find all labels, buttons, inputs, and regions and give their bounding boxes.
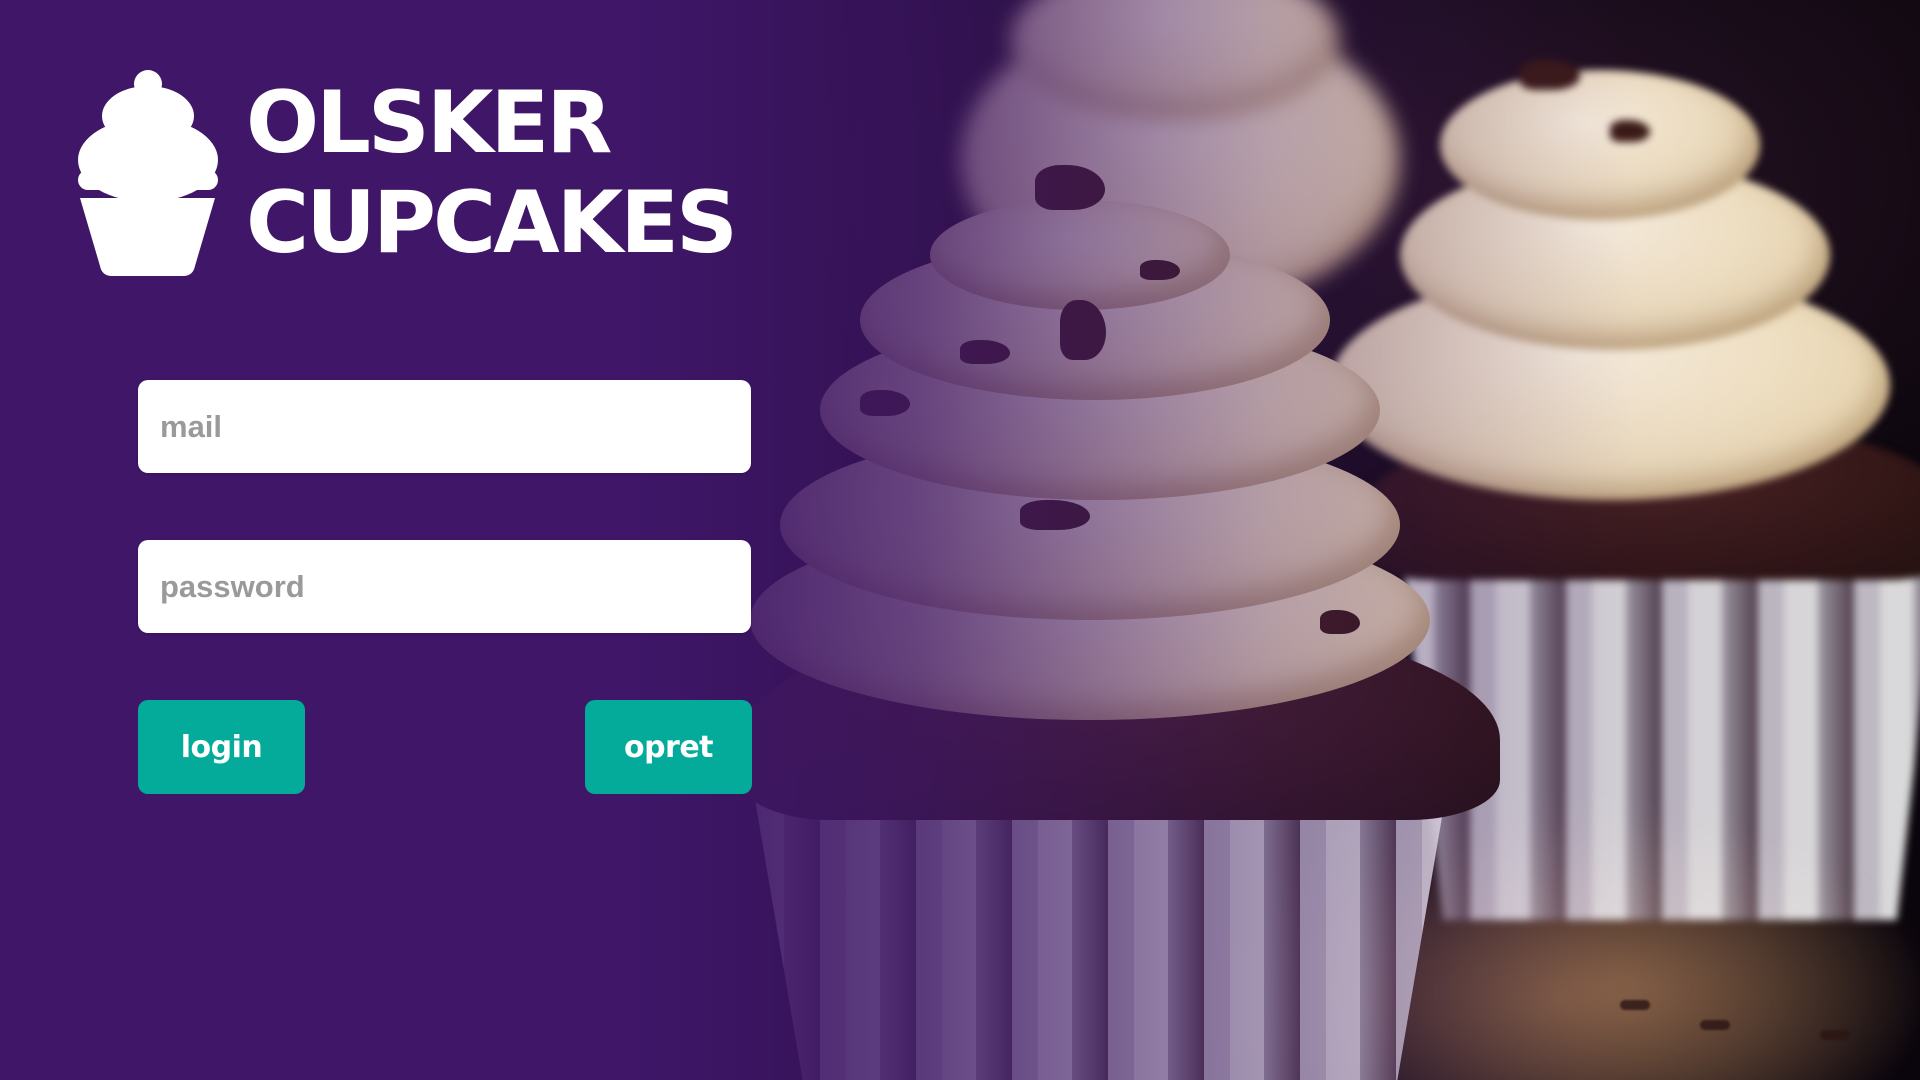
cupcake-icon — [78, 70, 218, 276]
mail-input[interactable] — [138, 380, 751, 473]
opret-button[interactable]: opret — [585, 700, 752, 794]
brand-logo: OLSKER CUPCAKES — [75, 70, 738, 276]
login-screen: OLSKER CUPCAKES login opret — [0, 0, 1920, 1080]
brand-name-line2: CUPCAKES — [246, 173, 738, 273]
password-input[interactable] — [138, 540, 751, 633]
brand-name: OLSKER CUPCAKES — [246, 73, 738, 273]
brand-name-line1: OLSKER — [246, 73, 612, 173]
login-button[interactable]: login — [138, 700, 305, 794]
